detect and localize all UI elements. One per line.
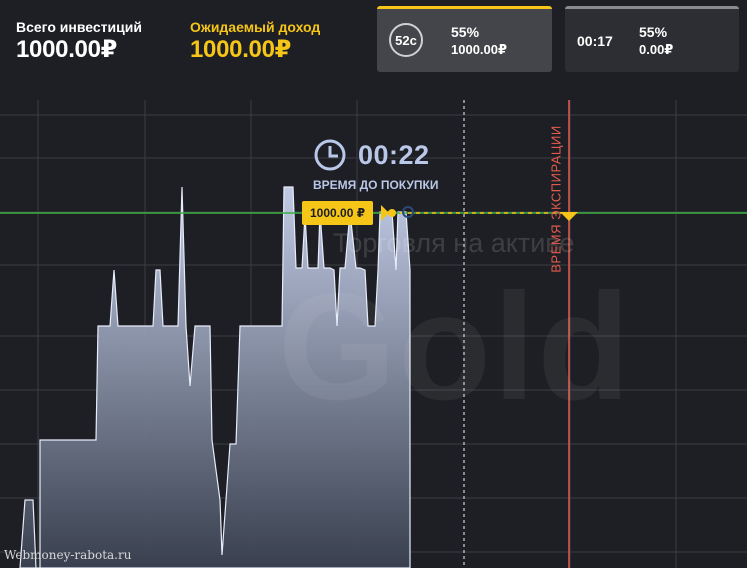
trade-timer: 00:17	[577, 33, 613, 49]
current-price-dot	[388, 209, 396, 217]
site-watermark: Webmoney-rabota.ru	[4, 548, 132, 562]
clock-icon	[314, 139, 346, 171]
asset-hint: Торговля на активе	[333, 228, 575, 258]
expiry-label: ВРЕМЯ ЭКСПИРАЦИИ	[546, 124, 566, 274]
price-tag-pointer	[381, 205, 389, 221]
top-bar: Всего инвестиций 1000.00₽ Ожидаемый дохо…	[0, 0, 747, 92]
trade-percent: 55%	[639, 24, 668, 40]
total-investments-label: Всего инвестиций	[16, 19, 142, 35]
trade-timer-circle: 52c	[389, 23, 423, 57]
trade-card-active[interactable]: 52c 55% 1000.00₽	[377, 6, 552, 72]
expiry-label-text: ВРЕМЯ ЭКСПИРАЦИИ	[548, 125, 564, 273]
expected-income-value: 1000.00₽	[190, 36, 292, 63]
total-investments-value: 1000.00₽	[16, 36, 118, 63]
trade-percent: 55%	[451, 24, 480, 40]
trade-amount: 1000.00₽	[451, 42, 508, 57]
current-price-tag: 1000.00 ₽	[302, 201, 374, 225]
expected-income: Ожидаемый доход 1000.00₽	[190, 18, 320, 64]
trade-card-inactive[interactable]: 00:17 55% 0.00₽	[565, 6, 739, 72]
countdown-caption: ВРЕМЯ ДО ПОКУПКИ	[313, 178, 439, 192]
total-investments: Всего инвестиций 1000.00₽	[16, 18, 142, 64]
asset-watermark: Gold	[278, 262, 633, 432]
trade-amount: 0.00₽	[639, 42, 674, 57]
expected-income-label: Ожидаемый доход	[190, 19, 321, 35]
countdown-timer: 00:22	[358, 140, 430, 170]
